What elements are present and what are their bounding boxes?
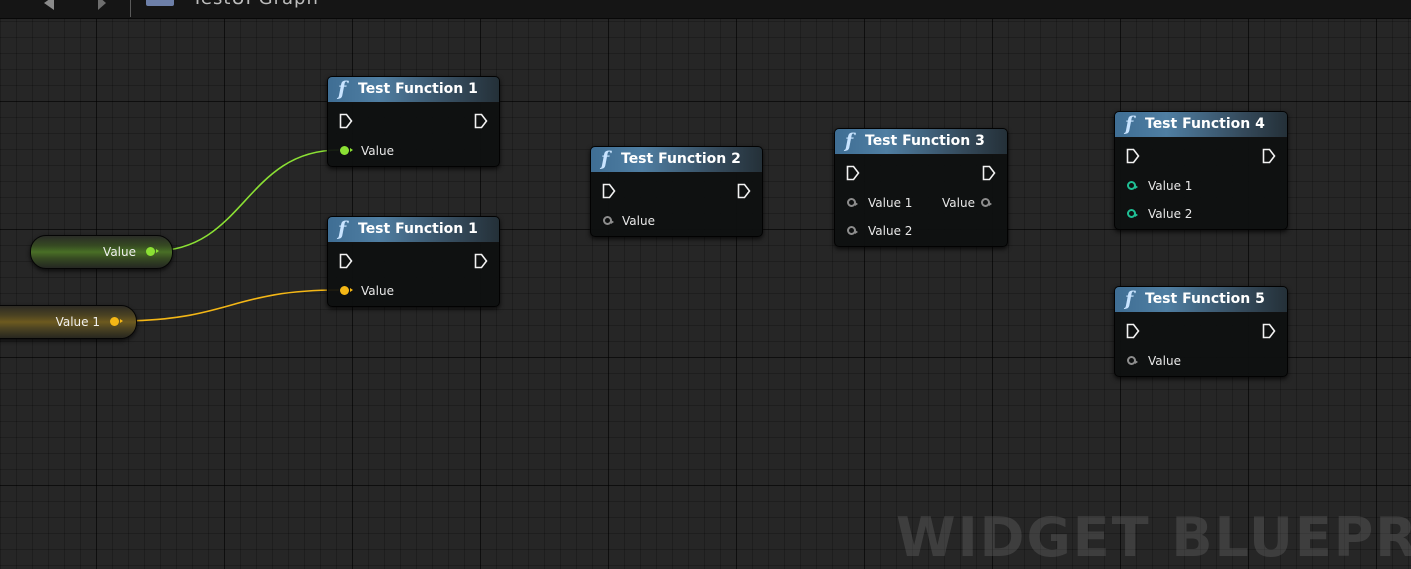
value-input-pin[interactable] (603, 216, 614, 225)
node-title: Test Function 5 (1145, 291, 1265, 307)
exec-in-pin-icon[interactable] (602, 183, 616, 199)
pin-label: Value 1 (1148, 179, 1193, 193)
function-icon: f (601, 148, 610, 170)
variable-node-value-1[interactable]: Value 1 (0, 305, 137, 339)
wire-yellow[interactable] (117, 289, 340, 322)
node-title: Test Function 1 (358, 221, 478, 237)
value-1-input-pin[interactable] (847, 198, 858, 207)
pin-label: Value 1 (868, 196, 913, 210)
exec-in-pin-icon[interactable] (846, 165, 860, 181)
node-header[interactable]: f Test Function 1 (328, 217, 499, 243)
node-title: Test Function 3 (865, 133, 985, 149)
pin-label: Value (361, 284, 394, 298)
output-pin[interactable] (110, 317, 123, 326)
exec-out-pin-icon[interactable] (474, 253, 488, 269)
pin-label: Value 2 (868, 224, 913, 238)
exec-out-pin-icon[interactable] (1262, 148, 1276, 164)
value-input-pin[interactable] (1127, 356, 1138, 365)
function-node-test-function-2[interactable]: f Test Function 2 Value (590, 146, 763, 237)
node-title: Test Function 4 (1145, 116, 1265, 132)
node-title: Test Function 2 (621, 151, 741, 167)
value-input-pin[interactable] (340, 146, 353, 155)
node-header[interactable]: f Test Function 1 (328, 77, 499, 103)
pin-label: Value 2 (1148, 207, 1193, 221)
wire-layer (117, 149, 340, 322)
exec-in-pin-icon[interactable] (339, 113, 353, 129)
function-icon: f (1125, 113, 1134, 135)
exec-out-pin-icon[interactable] (737, 183, 751, 199)
function-icon: f (1125, 288, 1134, 310)
pin-label: Value (942, 196, 975, 210)
function-icon: f (338, 218, 347, 240)
exec-out-pin-icon[interactable] (982, 165, 996, 181)
function-node-test-function-1[interactable]: f Test Function 1 Value (327, 216, 500, 307)
exec-in-pin-icon[interactable] (1126, 148, 1140, 164)
node-title: Test Function 1 (358, 81, 478, 97)
exec-out-pin-icon[interactable] (474, 113, 488, 129)
variable-label: Value 1 (55, 315, 100, 329)
function-icon: f (845, 130, 854, 152)
variable-node-value[interactable]: Value (30, 235, 173, 269)
exec-out-pin-icon[interactable] (1262, 323, 1276, 339)
value-1-input-pin[interactable] (1127, 181, 1138, 190)
pin-label: Value (622, 214, 655, 228)
exec-in-pin-icon[interactable] (339, 253, 353, 269)
value-output-pin[interactable] (981, 198, 992, 207)
function-node-test-function-5[interactable]: f Test Function 5 Value (1114, 286, 1288, 377)
pin-label: Value (361, 144, 394, 158)
pin-label: Value (1148, 354, 1181, 368)
variable-label: Value (103, 245, 136, 259)
node-header[interactable]: f Test Function 2 (591, 147, 762, 173)
function-icon: f (338, 78, 347, 100)
wire-green[interactable] (152, 149, 340, 252)
value-2-input-pin[interactable] (1127, 209, 1138, 218)
value-input-pin[interactable] (340, 286, 353, 295)
value-2-input-pin[interactable] (847, 226, 858, 235)
node-header[interactable]: f Test Function 5 (1115, 287, 1287, 313)
graph-watermark: WIDGET BLUEPRINT (896, 506, 1411, 569)
exec-in-pin-icon[interactable] (1126, 323, 1140, 339)
node-header[interactable]: f Test Function 3 (835, 129, 1007, 155)
function-node-test-function-3[interactable]: f Test Function 3 Value 1 Value Value 2 (834, 128, 1008, 247)
output-pin[interactable] (146, 247, 159, 256)
function-node-test-function-1[interactable]: f Test Function 1 Value (327, 76, 500, 167)
node-header[interactable]: f Test Function 4 (1115, 112, 1287, 138)
function-node-test-function-4[interactable]: f Test Function 4 Value 1 Value 2 (1114, 111, 1288, 230)
